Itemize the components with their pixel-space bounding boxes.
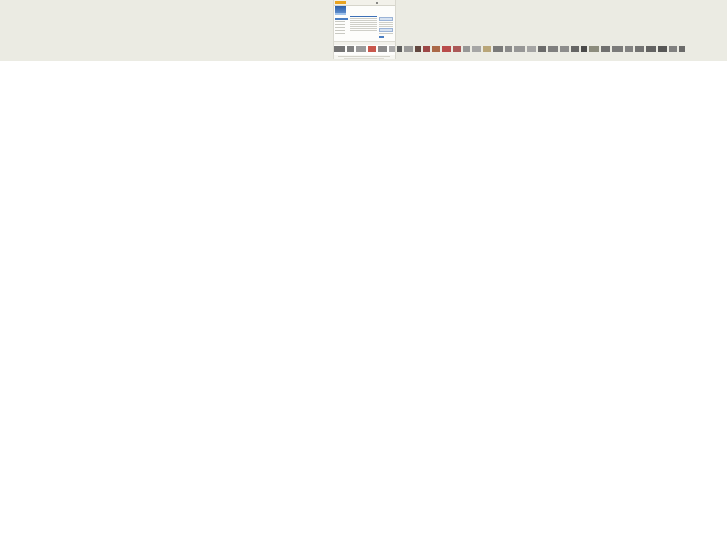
thumbnail-image[interactable] <box>548 46 558 52</box>
form-field[interactable] <box>379 28 393 32</box>
text-line <box>350 20 377 21</box>
thumbnail-image[interactable] <box>669 46 677 52</box>
thumbnail-image[interactable] <box>442 46 451 52</box>
text-line <box>379 22 393 23</box>
footer-copyright <box>344 57 384 59</box>
thumbnail-image[interactable] <box>679 46 685 52</box>
text-line <box>350 18 377 19</box>
thumbnail-image[interactable] <box>404 46 413 52</box>
thumbnail-image[interactable] <box>505 46 512 52</box>
text-line <box>379 26 393 27</box>
right-sidebar <box>379 17 393 41</box>
thumbnail-strip <box>333 44 727 54</box>
thumbnail-image[interactable] <box>368 46 376 52</box>
thumbnail-image[interactable] <box>423 46 430 52</box>
text-line <box>379 24 393 25</box>
thumbnail-image[interactable] <box>389 46 395 52</box>
thumbnail-image[interactable] <box>625 46 633 52</box>
rss-icon[interactable] <box>376 2 378 4</box>
thumbnail-image[interactable] <box>463 46 470 52</box>
thumbnail-image[interactable] <box>378 46 387 52</box>
left-sidebar <box>335 18 348 36</box>
thumbnail-image[interactable] <box>527 46 536 52</box>
text-line <box>350 24 377 25</box>
sidebar-link[interactable] <box>335 24 345 25</box>
thumbnail-image[interactable] <box>453 46 461 52</box>
sidebar-link[interactable] <box>335 27 345 28</box>
site-logo[interactable] <box>335 1 346 4</box>
thumbnail-image[interactable] <box>646 46 656 52</box>
thumbnail-image[interactable] <box>356 46 366 52</box>
thumbnail-image[interactable] <box>432 46 440 52</box>
thumbnail-image[interactable] <box>538 46 546 52</box>
thumbnail-image[interactable] <box>581 46 587 52</box>
thumbnail-image[interactable] <box>658 46 667 52</box>
submit-button[interactable] <box>379 36 384 38</box>
thumbnail-image[interactable] <box>472 46 481 52</box>
site-footer <box>334 55 395 59</box>
thumbnail-image[interactable] <box>635 46 644 52</box>
thumbnail-image[interactable] <box>589 46 599 52</box>
thumbnail-image[interactable] <box>483 46 491 52</box>
sidebar-link[interactable] <box>335 21 345 22</box>
text-line <box>379 33 393 34</box>
thumbnail-image[interactable] <box>397 46 402 52</box>
main-title <box>350 16 377 17</box>
thumbnail-image[interactable] <box>493 46 503 52</box>
thumbnail-image[interactable] <box>334 46 345 52</box>
search-input[interactable] <box>379 17 393 21</box>
hero-banner-strip <box>335 13 346 15</box>
main-content <box>350 16 377 41</box>
text-line <box>350 22 377 23</box>
thumbnail-image[interactable] <box>571 46 579 52</box>
text-line <box>350 28 377 29</box>
sidebar-heading <box>335 18 348 20</box>
sidebar-link[interactable] <box>335 30 345 31</box>
text-line <box>350 30 377 31</box>
thumbnail-image[interactable] <box>415 46 421 52</box>
thumbnail-image[interactable] <box>560 46 569 52</box>
sidebar-link[interactable] <box>335 33 345 34</box>
thumbnail-image[interactable] <box>612 46 623 52</box>
thumbnail-image[interactable] <box>601 46 610 52</box>
text-line <box>350 26 377 27</box>
thumbnail-image[interactable] <box>347 46 354 52</box>
thumbnail-image[interactable] <box>514 46 525 52</box>
